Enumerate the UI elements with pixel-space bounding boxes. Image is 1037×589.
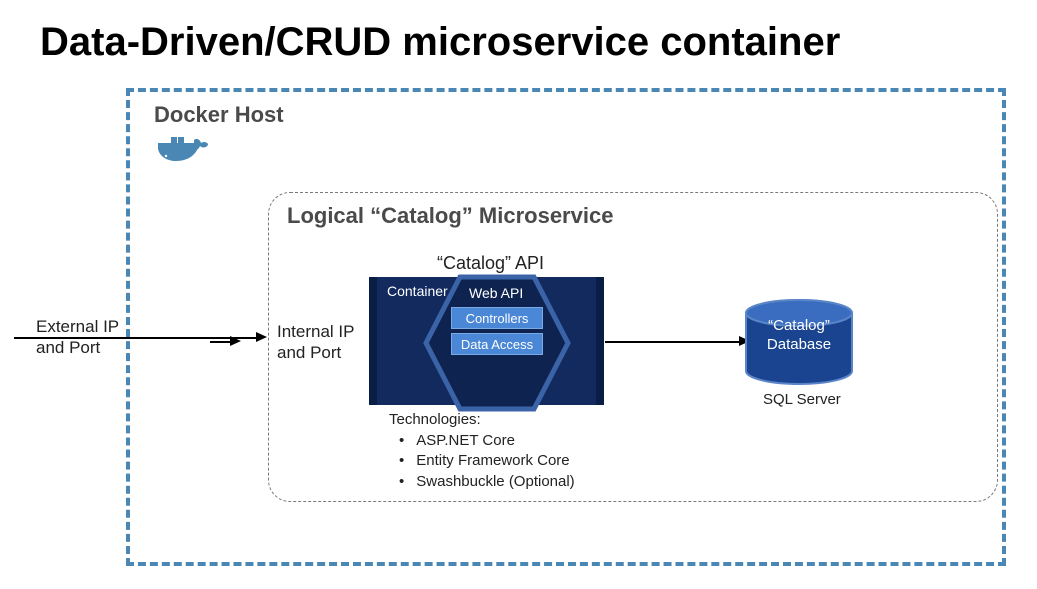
controllers-box: Controllers (451, 307, 543, 329)
arrowhead-internal (230, 336, 241, 346)
arrow-to-db (605, 341, 741, 343)
docker-host-label: Docker Host (154, 102, 284, 128)
technologies-list: ASP.NET Core Entity Framework Core Swash… (399, 431, 575, 492)
logical-ms-label: Logical “Catalog” Microservice (287, 203, 613, 229)
list-item: Swashbuckle (Optional) (399, 472, 575, 492)
list-item: ASP.NET Core (399, 431, 575, 451)
webapi-label: Web API (469, 285, 523, 301)
logical-microservice-box: Logical “Catalog” Microservice Internal … (268, 192, 998, 502)
technologies-header: Technologies: (389, 411, 481, 428)
docker-host-box: Docker Host Logical “Catalog” Microservi… (126, 88, 1006, 566)
page-title: Data-Driven/CRUD microservice container (40, 20, 840, 65)
internal-ip-label: Internal IP and Port (277, 321, 355, 364)
sql-server-label: SQL Server (763, 391, 841, 408)
list-item: Entity Framework Core (399, 451, 575, 471)
arrow-internal (210, 341, 232, 343)
dataaccess-box: Data Access (451, 333, 543, 355)
database-label: “Catalog” Database (746, 317, 852, 355)
docker-logo-icon (158, 134, 214, 179)
